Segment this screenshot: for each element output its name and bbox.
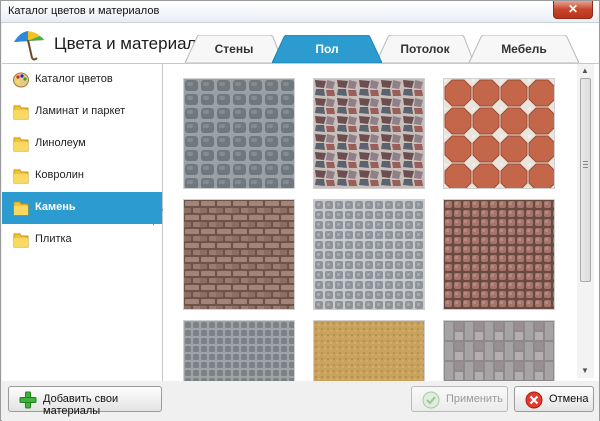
grey-cobblestone-texture bbox=[184, 79, 294, 188]
sidebar-item-color-catalog[interactable]: Каталог цветов bbox=[2, 64, 162, 96]
material-grid bbox=[163, 63, 599, 381]
material-tile[interactable] bbox=[313, 78, 425, 189]
sidebar-item-label: Ламинат и паркет bbox=[35, 105, 126, 117]
sidebar-item-stone[interactable]: Камень bbox=[2, 192, 162, 224]
terracotta-octagon-tile-texture bbox=[444, 79, 554, 188]
add-materials-label: Добавить свои материалы bbox=[43, 393, 119, 417]
add-materials-button[interactable]: Добавить свои материалы bbox=[8, 386, 162, 417]
folder-icon bbox=[13, 105, 29, 120]
tab-label: Пол bbox=[315, 42, 339, 56]
grip-line bbox=[583, 164, 588, 165]
material-tile[interactable] bbox=[443, 199, 555, 310]
material-tile[interactable] bbox=[443, 320, 555, 381]
tab-furniture[interactable]: Мебель bbox=[469, 35, 579, 63]
material-tile[interactable] bbox=[183, 78, 295, 189]
sidebar-item-label: Каталог цветов bbox=[35, 73, 113, 85]
apply-button[interactable]: Применить bbox=[411, 386, 508, 412]
sidebar-item-label: Камень bbox=[35, 201, 76, 213]
grip-line bbox=[583, 161, 588, 162]
scroll-thumb[interactable] bbox=[580, 78, 591, 282]
tab-floor[interactable]: Пол bbox=[272, 35, 382, 63]
sidebar-item-laminate-parquet[interactable]: Ламинат и паркет bbox=[2, 96, 162, 128]
mixed-flagstone-texture bbox=[314, 79, 424, 188]
close-button[interactable]: ✕ bbox=[553, 1, 593, 19]
window-title: Каталог цветов и материалов bbox=[8, 5, 160, 17]
material-tile[interactable] bbox=[313, 320, 425, 381]
palette-icon bbox=[13, 72, 29, 88]
tab-label: Потолок bbox=[400, 42, 450, 56]
dialog-footer: Добавить свои материалы Применить Отмена bbox=[2, 381, 599, 421]
folder-icon bbox=[13, 137, 29, 152]
folder-icon bbox=[13, 233, 29, 248]
brown-paving-blocks-texture bbox=[184, 200, 294, 309]
tab-ceiling[interactable]: Потолок bbox=[376, 35, 474, 63]
cancel-icon bbox=[525, 391, 543, 409]
umbrella-logo-icon bbox=[14, 31, 44, 61]
material-tile[interactable] bbox=[443, 78, 555, 189]
close-icon: ✕ bbox=[567, 2, 579, 16]
plus-icon bbox=[19, 391, 37, 409]
material-tile[interactable] bbox=[183, 320, 295, 381]
tab-walls[interactable]: Стены bbox=[185, 35, 283, 63]
sidebar-item-label: Плитка bbox=[35, 233, 72, 245]
category-sidebar: Каталог цветов Ламинат и паркет Линолеум… bbox=[2, 63, 163, 381]
reddish-fan-cobble-texture bbox=[444, 200, 554, 309]
sidebar-item-linoleum[interactable]: Линолеум bbox=[2, 128, 162, 160]
content-scrollbar[interactable]: ▲ ▼ bbox=[577, 64, 594, 378]
cancel-button[interactable]: Отмена bbox=[514, 386, 594, 412]
apply-label: Применить bbox=[446, 393, 503, 405]
sidebar-item-carpet[interactable]: Ковролин bbox=[2, 160, 162, 192]
sidebar-item-tile[interactable]: Плитка bbox=[2, 224, 162, 256]
folder-icon bbox=[13, 201, 29, 216]
sidebar-item-label: Ковролин bbox=[35, 169, 85, 181]
check-icon bbox=[422, 391, 440, 409]
scroll-up-icon[interactable]: ▲ bbox=[581, 66, 589, 75]
grey-arc-cobble-texture bbox=[184, 321, 294, 381]
grey-fan-cobble-texture bbox=[314, 200, 424, 309]
scroll-down-icon[interactable]: ▼ bbox=[581, 366, 589, 375]
materials-dialog: Каталог цветов и материалов ✕ Цвета и ма… bbox=[0, 0, 600, 421]
grip-line bbox=[583, 167, 588, 168]
cancel-label: Отмена bbox=[549, 393, 589, 405]
grey-pattern-pavers-texture bbox=[444, 321, 554, 381]
title-bar: Каталог цветов и материалов ✕ bbox=[1, 1, 599, 23]
tab-label: Стены bbox=[214, 42, 254, 56]
sidebar-item-label: Линолеум bbox=[35, 137, 86, 149]
tab-label: Мебель bbox=[501, 42, 547, 56]
material-tile[interactable] bbox=[183, 199, 295, 310]
folder-icon bbox=[13, 169, 29, 184]
material-tile[interactable] bbox=[313, 199, 425, 310]
sand-stone-texture bbox=[314, 321, 424, 381]
